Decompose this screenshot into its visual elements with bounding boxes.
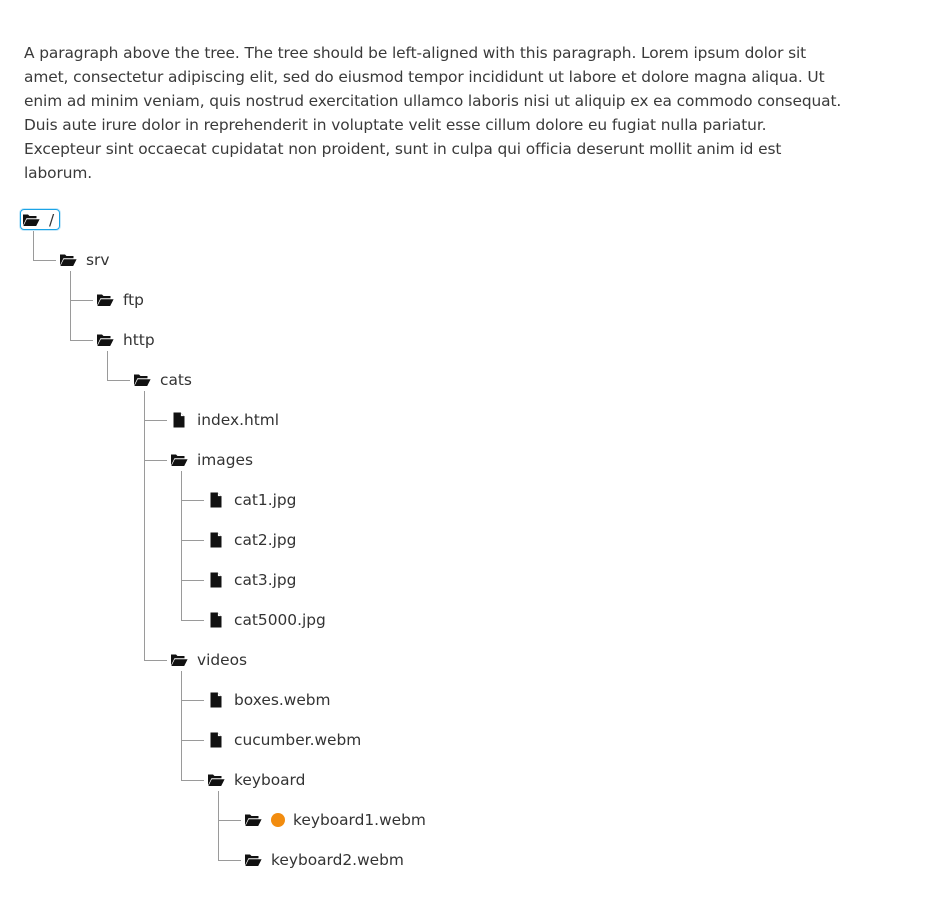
- tree-folder-item[interactable]: videos: [169, 649, 247, 671]
- tree-folder-item[interactable]: http: [95, 329, 155, 351]
- tree-file-item[interactable]: cat5000.jpg: [206, 609, 326, 631]
- folder-open-icon: [95, 330, 115, 350]
- tree-connector-horizontal: [107, 380, 130, 381]
- folder-open-icon: [58, 250, 78, 270]
- tree-connector-horizontal: [181, 540, 204, 541]
- tree-connector-vertical: [144, 391, 145, 661]
- tree-connector-horizontal: [218, 860, 241, 861]
- folder-open-icon: [206, 770, 226, 790]
- tree-connector-horizontal: [181, 740, 204, 741]
- tree-item-label: cucumber.webm: [234, 731, 362, 749]
- tree-connector-vertical: [218, 791, 219, 861]
- file-icon: [206, 690, 226, 710]
- tree-item-label: keyboard1.webm: [293, 811, 426, 829]
- folder-open-icon: [243, 810, 263, 830]
- tree-connector-horizontal: [144, 420, 167, 421]
- tree-item-label: keyboard2.webm: [271, 851, 404, 869]
- folder-open-icon: [169, 450, 189, 470]
- tree-connector-horizontal: [181, 620, 204, 621]
- tree-folder-item[interactable]: images: [169, 449, 253, 471]
- file-icon: [206, 610, 226, 630]
- tree-file-item[interactable]: cat3.jpg: [206, 569, 296, 591]
- tree-file-item[interactable]: boxes.webm: [206, 689, 331, 711]
- file-icon: [206, 730, 226, 750]
- status-dot: [271, 813, 285, 827]
- folder-open-icon: [21, 210, 41, 230]
- folder-open-icon: [243, 850, 263, 870]
- file-tree: / srv ftp http cats index.html images cat1.jpg c…: [0, 0, 942, 920]
- tree-connector-horizontal: [70, 300, 93, 301]
- tree-item-label: cat5000.jpg: [234, 611, 326, 629]
- folder-open-icon: [132, 370, 152, 390]
- tree-connector-horizontal: [144, 660, 167, 661]
- tree-connector-vertical: [70, 271, 71, 341]
- tree-connector-horizontal: [181, 580, 204, 581]
- file-icon: [206, 570, 226, 590]
- file-icon: [169, 410, 189, 430]
- tree-connector-horizontal: [144, 460, 167, 461]
- tree-folder-item[interactable]: keyboard1.webm: [243, 809, 426, 831]
- tree-connector-vertical: [181, 671, 182, 781]
- tree-connector-horizontal: [218, 820, 241, 821]
- tree-item-label: cat1.jpg: [234, 491, 297, 509]
- file-icon: [206, 530, 226, 550]
- tree-folder-item[interactable]: srv: [58, 249, 109, 271]
- tree-connector-vertical: [33, 231, 34, 261]
- tree-connector-horizontal: [33, 260, 56, 261]
- tree-item-label: keyboard: [234, 771, 306, 789]
- tree-item-label: http: [123, 331, 155, 349]
- tree-connector-vertical: [181, 471, 182, 621]
- tree-connector-vertical: [107, 351, 108, 381]
- tree-item-label: images: [197, 451, 253, 469]
- tree-file-item[interactable]: cat2.jpg: [206, 529, 296, 551]
- tree-item-label: cat3.jpg: [234, 571, 297, 589]
- tree-item-label: srv: [86, 251, 110, 269]
- tree-item-label: /: [49, 211, 55, 229]
- tree-folder-item[interactable]: keyboard2.webm: [243, 849, 404, 871]
- folder-open-icon: [169, 650, 189, 670]
- tree-item-label: ftp: [123, 291, 144, 309]
- tree-folder-item[interactable]: keyboard: [206, 769, 305, 791]
- tree-item-label: boxes.webm: [234, 691, 331, 709]
- tree-connector-horizontal: [181, 500, 204, 501]
- tree-file-item[interactable]: cucumber.webm: [206, 729, 361, 751]
- tree-item-label: cats: [160, 371, 192, 389]
- tree-item-label: cat2.jpg: [234, 531, 297, 549]
- tree-item-label: index.html: [197, 411, 280, 429]
- tree-folder-item[interactable]: ftp: [95, 289, 144, 311]
- folder-open-icon: [95, 290, 115, 310]
- tree-connector-horizontal: [70, 340, 93, 341]
- tree-connector-horizontal: [181, 780, 204, 781]
- tree-file-item[interactable]: cat1.jpg: [206, 489, 296, 511]
- tree-folder-item[interactable]: /: [21, 209, 54, 231]
- tree-file-item[interactable]: index.html: [169, 409, 279, 431]
- file-icon: [206, 490, 226, 510]
- tree-folder-item[interactable]: cats: [132, 369, 192, 391]
- tree-item-label: videos: [197, 651, 248, 669]
- tree-connector-horizontal: [181, 700, 204, 701]
